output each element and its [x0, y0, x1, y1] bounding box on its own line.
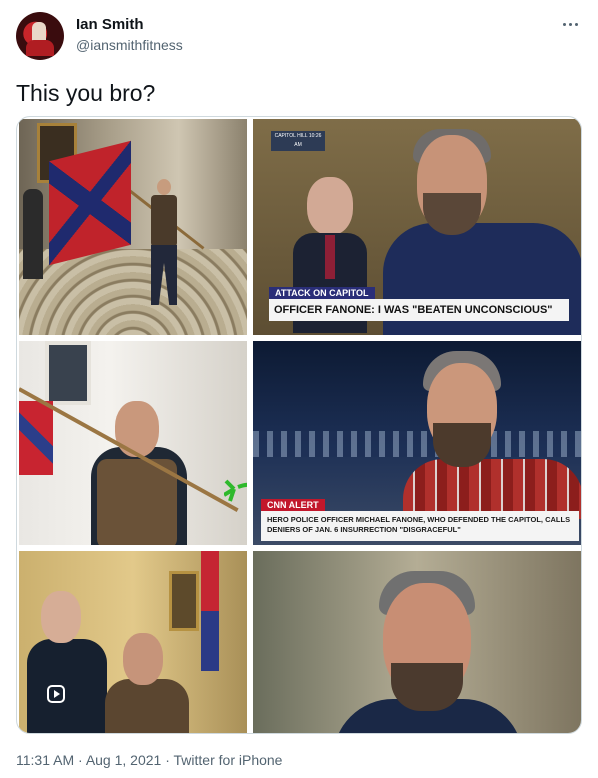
video-reel-icon: [47, 685, 65, 703]
tweet-time[interactable]: 11:31 AM: [16, 752, 74, 768]
green-frog-sticker: [224, 479, 247, 502]
photo-flag-carrier-walking: [19, 119, 247, 335]
chyron-tag: ATTACK ON CAPITOL: [269, 287, 375, 299]
tweet-source[interactable]: Twitter for iPhone: [174, 752, 283, 768]
more-options-icon[interactable]: [558, 12, 582, 36]
meta-separator: ·: [78, 752, 83, 768]
chyron-alert-tag: CNN ALERT: [261, 499, 325, 511]
author-avatar[interactable]: [16, 12, 64, 60]
tweet-date[interactable]: Aug 1, 2021: [86, 752, 162, 768]
chyron-alert-headline: HERO POLICE OFFICER MICHAEL FANONE, WHO …: [261, 511, 579, 541]
chyron-headline: OFFICER FANONE: I WAS "BEATEN UNCONSCIOU…: [269, 299, 569, 321]
news-chyron: ATTACK ON CAPITOL OFFICER FANONE: I WAS …: [269, 287, 569, 325]
tweet-media-image[interactable]: CAPITOL HILL 10:26 AM ATTACK ON CAPITOL …: [16, 116, 582, 734]
author-handle[interactable]: @iansmithfitness: [76, 37, 183, 53]
confederate-flag: [49, 140, 131, 266]
news-chyron-cnn: CNN ALERT HERO POLICE OFFICER MICHAEL FA…: [253, 499, 581, 545]
author-display-name[interactable]: Ian Smith: [76, 16, 144, 33]
avatar-shirt: [26, 40, 54, 56]
tweet-metadata: 11:31 AM · Aug 1, 2021 · Twitter for iPh…: [16, 752, 282, 768]
news-clock: CAPITOL HILL 10:26 AM: [271, 131, 325, 151]
photo-officer-interview: CNN ALERT HERO POLICE OFFICER MICHAEL FA…: [253, 341, 581, 545]
photo-flag-carrier-closeup: [19, 341, 247, 545]
meta-separator: ·: [165, 752, 170, 768]
photo-officer-testimony-closeup: [253, 551, 581, 733]
photo-crowd-capitol: [19, 551, 247, 733]
photo-officer-hearing: CAPITOL HILL 10:26 AM ATTACK ON CAPITOL …: [253, 119, 581, 335]
tweet-text: This you bro?: [16, 80, 156, 106]
